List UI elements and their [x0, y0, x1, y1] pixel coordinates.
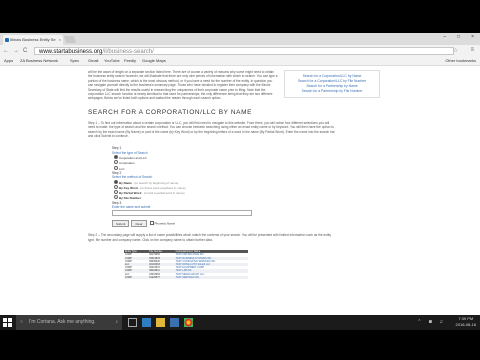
maximize-button[interactable]: □ [457, 34, 460, 40]
other-bookmarks[interactable]: Other bookmarks [445, 57, 476, 65]
form-button-row: Submit Clear Phonetic Name [112, 220, 252, 228]
reload-button[interactable]: C [23, 47, 27, 55]
option-label: Corporation [119, 161, 135, 166]
option-hint: - (to find a partial word in name) [142, 191, 185, 196]
radio-icon [114, 179, 118, 184]
edge-browser-icon[interactable] [142, 318, 151, 327]
clear-button[interactable]: Clear [131, 220, 147, 228]
table-cell: 51226677 [148, 275, 175, 279]
back-button[interactable]: ← [3, 47, 9, 55]
article-content: will be the asset of length on a separat… [88, 70, 336, 279]
file-explorer-icon[interactable] [156, 318, 165, 327]
company-name-link[interactable]: TEST SERVICES INC [174, 275, 248, 279]
radio-icon [114, 160, 118, 165]
cortana-placeholder: I'm Cortana. Ask me anything. [29, 319, 96, 325]
radio-icon [114, 165, 118, 170]
bookmark-maps[interactable]: Google Maps [142, 57, 166, 65]
cortana-search-box[interactable]: ○ I'm Cortana. Ask me anything. ♪ [16, 315, 122, 330]
bookmark-item[interactable]: Spec [70, 57, 79, 65]
section-heading: SEARCH FOR A CORPORATION/LLC BY NAME [88, 108, 253, 116]
bookmark-star-icon[interactable]: ☆ [453, 47, 458, 54]
url-bar[interactable]: www.startabusiness.org/il/business-searc… [34, 47, 454, 55]
step2-paragraph: Step 2 – The secondary page will supply … [88, 233, 332, 242]
option-label: By File Number [119, 196, 142, 201]
results-table: Entity Type File Number Corporation/LLC … [124, 250, 248, 279]
table-row: CORP 51226677 TEST SERVICES INC [124, 275, 248, 279]
store-icon[interactable] [170, 318, 179, 327]
close-window-button[interactable]: × [471, 34, 474, 40]
radio-icon [114, 184, 118, 189]
tab-title: Illinois Business Entity Se [10, 37, 56, 42]
bookmark-youtube[interactable]: YouTube [104, 57, 120, 65]
task-view-icon[interactable] [128, 318, 137, 327]
browser-tab[interactable]: Illinois Business Entity Se × [3, 35, 63, 45]
url-path: /il/business-search/ [102, 49, 154, 55]
table-cell: CORP [124, 275, 149, 279]
chrome-icon[interactable] [184, 318, 193, 327]
phonetic-label: Phonetic Name [154, 221, 176, 226]
system-tray-icons[interactable]: ⌃ ◙ ♫ [417, 319, 446, 325]
windows-taskbar: ○ I'm Cortana. Ask me anything. ♪ ⌃ ◙ ♫ … [0, 315, 480, 330]
tab-strip: Illinois Business Entity Se × – □ × [0, 33, 480, 45]
radio-icon [114, 155, 118, 160]
bookmark-item[interactable]: ZA Business Network [20, 57, 58, 65]
intro-paragraph: will be the asset of length on a separat… [88, 70, 278, 101]
bookmark-feedly[interactable]: Feedly [124, 57, 136, 65]
tab-close-icon[interactable]: × [59, 35, 61, 45]
form-step3-sub: Enter the name and submit [112, 204, 151, 209]
microphone-icon[interactable]: ♪ [116, 315, 119, 330]
search-icon: ○ [20, 319, 24, 325]
radio-icon [114, 195, 118, 200]
bookmark-gmail[interactable]: Gmail [88, 57, 98, 65]
clock-date: 2016-08-16 [455, 322, 476, 327]
phonetic-checkbox[interactable] [149, 220, 154, 225]
url-host: www.startabusiness.org [39, 49, 103, 55]
entity-name-input[interactable] [112, 210, 252, 217]
new-tab-button[interactable] [63, 36, 77, 43]
browser-window: Illinois Business Entity Se × – □ × ← → … [0, 33, 480, 330]
minimize-button[interactable]: – [443, 34, 446, 40]
search-form-screenshot: Step 1 Select the type of Search Corpora… [112, 146, 252, 228]
start-windows-icon[interactable] [3, 318, 12, 327]
forward-button[interactable]: → [13, 47, 19, 55]
bookmark-apps[interactable]: Apps [4, 57, 13, 65]
submit-button[interactable]: Submit [112, 220, 130, 228]
step1-paragraph: Step 1 – To find out information about a… [88, 120, 335, 139]
site-favicon-icon [5, 38, 9, 42]
web-page: Search for a Corporation/LLC by Name Sea… [0, 66, 480, 330]
radio-icon [114, 190, 118, 195]
bookmarks-bar: Apps ZA Business Network Spec Gmail YouT… [0, 57, 480, 66]
clock[interactable]: 7:39 PM 2016-08-16 [456, 316, 476, 328]
browser-menu-icon[interactable]: ≡ [470, 47, 474, 53]
